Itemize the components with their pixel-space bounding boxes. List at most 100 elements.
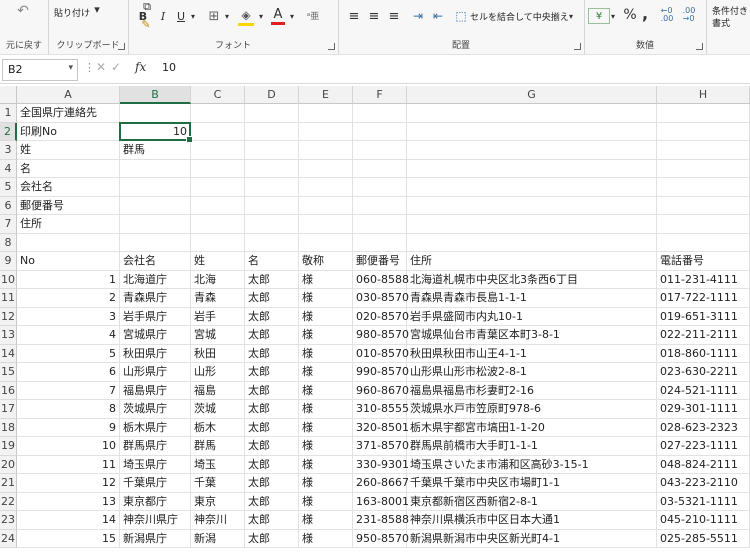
insert-function-button[interactable]: fx (135, 60, 146, 74)
cell-d16[interactable]: 太郎 (245, 381, 299, 400)
currency-dropdown-icon[interactable]: ▾ (608, 8, 618, 24)
cell-b22[interactable]: 東京都庁 (120, 492, 191, 511)
border-icon[interactable]: ⊞ (206, 8, 222, 24)
cell-c21[interactable]: 千葉 (191, 474, 245, 493)
cell-f9[interactable]: 郵便番号 (353, 252, 407, 271)
cell-a10[interactable]: 1 (17, 270, 120, 289)
cell-f12[interactable]: 020-8570 (353, 307, 409, 326)
cell-d14[interactable]: 太郎 (245, 344, 299, 363)
cell-f11[interactable]: 030-8570 (353, 289, 409, 308)
select-all-corner[interactable] (0, 86, 17, 104)
cell-h20[interactable]: 048-824-2111 (657, 455, 750, 474)
row-header[interactable]: 12 (0, 307, 17, 326)
column-header-d[interactable]: D (245, 86, 299, 104)
cell-c3[interactable] (191, 141, 245, 160)
alignment-launcher-icon[interactable] (574, 43, 581, 50)
cell-g21[interactable]: 千葉県千葉市中央区市場町1-1 (407, 474, 657, 493)
cell-e3[interactable] (299, 141, 353, 160)
align-center-icon[interactable]: ≡ (366, 8, 382, 24)
cell-h12[interactable]: 019-651-3111 (657, 307, 750, 326)
cell-h23[interactable]: 045-210-1111 (657, 511, 750, 530)
cell-f23[interactable]: 231-8588 (353, 511, 409, 530)
cell-b6[interactable] (120, 196, 191, 215)
cell-c8[interactable] (191, 233, 245, 252)
merge-center-button[interactable]: セルを結合して中央揃え (470, 10, 569, 23)
number-launcher-icon[interactable] (696, 43, 703, 50)
cell-g14[interactable]: 秋田県秋田市山王4-1-1 (407, 344, 657, 363)
cell-d15[interactable]: 太郎 (245, 363, 299, 382)
row-header[interactable]: 19 (0, 437, 17, 456)
cell-a24[interactable]: 15 (17, 529, 120, 548)
row-header[interactable]: 11 (0, 289, 17, 308)
cell-e23[interactable]: 様 (299, 511, 353, 530)
cell-g1[interactable] (407, 104, 657, 123)
row-header[interactable]: 14 (0, 344, 17, 363)
cell-a5[interactable]: 会社名 (17, 178, 120, 197)
cell-b17[interactable]: 茨城県庁 (120, 400, 191, 419)
cell-d18[interactable]: 太郎 (245, 418, 299, 437)
cell-g17[interactable]: 茨城県水戸市笠原町978-6 (407, 400, 657, 419)
row-header[interactable]: 20 (0, 455, 17, 474)
cell-c9[interactable]: 姓 (191, 252, 245, 271)
cell-a16[interactable]: 7 (17, 381, 120, 400)
cell-a17[interactable]: 8 (17, 400, 120, 419)
name-box[interactable]: B2 ▾ (2, 59, 78, 81)
cell-a14[interactable]: 5 (17, 344, 120, 363)
cell-a18[interactable]: 9 (17, 418, 120, 437)
decrease-decimal-icon[interactable]: .00 →0 (680, 7, 698, 23)
cell-a11[interactable]: 2 (17, 289, 120, 308)
percent-button[interactable]: % (622, 7, 638, 23)
cell-d21[interactable]: 太郎 (245, 474, 299, 493)
cell-e15[interactable]: 様 (299, 363, 353, 382)
cell-f18[interactable]: 320-8501 (353, 418, 409, 437)
cell-f10[interactable]: 060-8588 (353, 270, 409, 289)
cell-g5[interactable] (407, 178, 657, 197)
cell-b4[interactable] (120, 159, 191, 178)
cell-c24[interactable]: 新潟 (191, 529, 245, 548)
cell-c16[interactable]: 福島 (191, 381, 245, 400)
cell-g3[interactable] (407, 141, 657, 160)
name-box-dropdown-icon[interactable]: ▾ (68, 63, 73, 73)
cell-e22[interactable]: 様 (299, 492, 353, 511)
cell-c2[interactable] (191, 122, 245, 141)
cell-b16[interactable]: 福島県庁 (120, 381, 191, 400)
cell-c12[interactable]: 岩手 (191, 307, 245, 326)
cell-a22[interactable]: 13 (17, 492, 120, 511)
cell-a15[interactable]: 6 (17, 363, 120, 382)
cell-a21[interactable]: 12 (17, 474, 120, 493)
cell-b15[interactable]: 山形県庁 (120, 363, 191, 382)
fill-color-icon[interactable]: ◈ (238, 7, 254, 26)
row-header[interactable]: 13 (0, 326, 17, 345)
cell-h16[interactable]: 024-521-1111 (657, 381, 750, 400)
cell-a2[interactable]: 印刷No (17, 122, 120, 141)
row-header[interactable]: 6 (0, 196, 17, 215)
cell-f2[interactable] (353, 122, 407, 141)
row-header[interactable]: 8 (0, 233, 17, 252)
cell-h21[interactable]: 043-223-2110 (657, 474, 750, 493)
cell-c18[interactable]: 栃木 (191, 418, 245, 437)
font-color-dropdown-icon[interactable]: ▾ (287, 8, 297, 24)
cell-a3[interactable]: 姓 (17, 141, 120, 160)
cell-b2[interactable]: 10 (120, 122, 191, 141)
cell-h18[interactable]: 028-623-2323 (657, 418, 750, 437)
cell-b19[interactable]: 群馬県庁 (120, 437, 191, 456)
cell-c17[interactable]: 茨城 (191, 400, 245, 419)
cell-f13[interactable]: 980-8570 (353, 326, 409, 345)
cell-c22[interactable]: 東京 (191, 492, 245, 511)
cell-d8[interactable] (245, 233, 299, 252)
spreadsheet-grid[interactable]: A B C D E F G H 1 全国県庁連絡先 2 印刷No 10 3 姓群馬 4 名 5 会社名 6 郵便番号 7 住… (0, 86, 750, 560)
cell-h19[interactable]: 027-223-1111 (657, 437, 750, 456)
cell-d17[interactable]: 太郎 (245, 400, 299, 419)
cell-h13[interactable]: 022-211-2111 (657, 326, 750, 345)
cell-e5[interactable] (299, 178, 353, 197)
cell-g7[interactable] (407, 215, 657, 234)
cell-a6[interactable]: 郵便番号 (17, 196, 120, 215)
underline-button[interactable]: U (174, 8, 188, 24)
cell-f19[interactable]: 371-8570 (353, 437, 409, 456)
cell-h1[interactable] (657, 104, 750, 123)
column-header-b[interactable]: B (120, 86, 191, 104)
cell-c19[interactable]: 群馬 (191, 437, 245, 456)
cell-e18[interactable]: 様 (299, 418, 353, 437)
currency-icon[interactable]: ¥ (588, 8, 610, 24)
column-header-c[interactable]: C (191, 86, 245, 104)
